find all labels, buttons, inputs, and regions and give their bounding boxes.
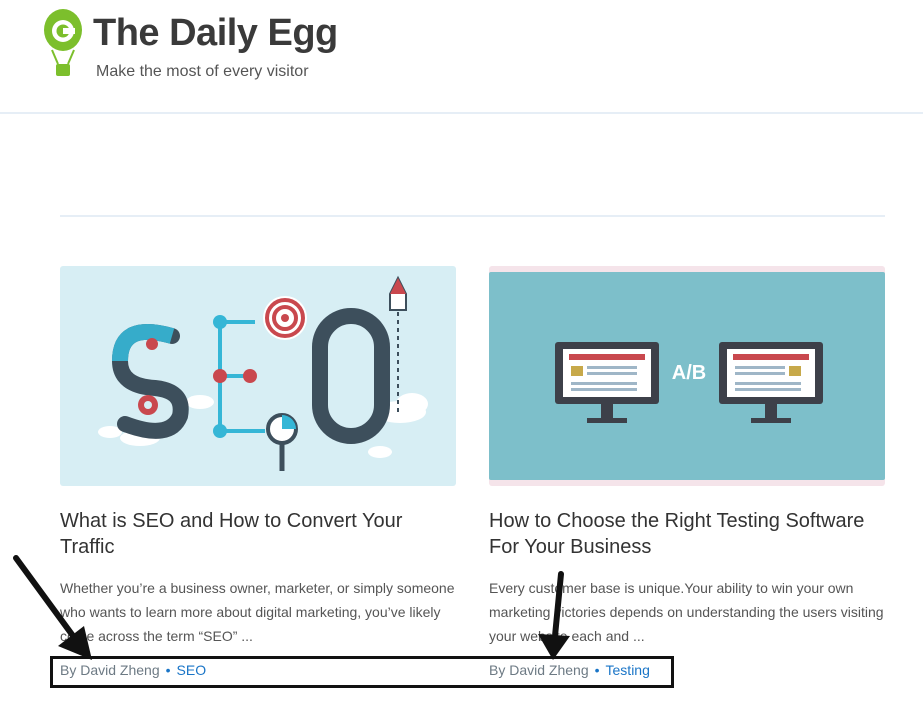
post-image-seo[interactable] [60, 266, 456, 486]
ab-label: A/B [672, 362, 706, 384]
divider [60, 215, 885, 217]
ab-testing-illustration: A/B [489, 272, 885, 480]
arrow-icon [538, 571, 570, 660]
balloon-logo-icon[interactable] [42, 8, 84, 80]
seo-illustration [98, 275, 428, 471]
arrow-icon [13, 555, 92, 660]
post-image-ab-testing[interactable]: A/B [489, 266, 885, 486]
site-header: The Daily Egg Make the most of every vis… [0, 0, 923, 114]
annotation-arrows [13, 555, 570, 660]
site-title[interactable]: The Daily Egg [93, 12, 338, 55]
site-tagline: Make the most of every visitor [96, 63, 309, 80]
